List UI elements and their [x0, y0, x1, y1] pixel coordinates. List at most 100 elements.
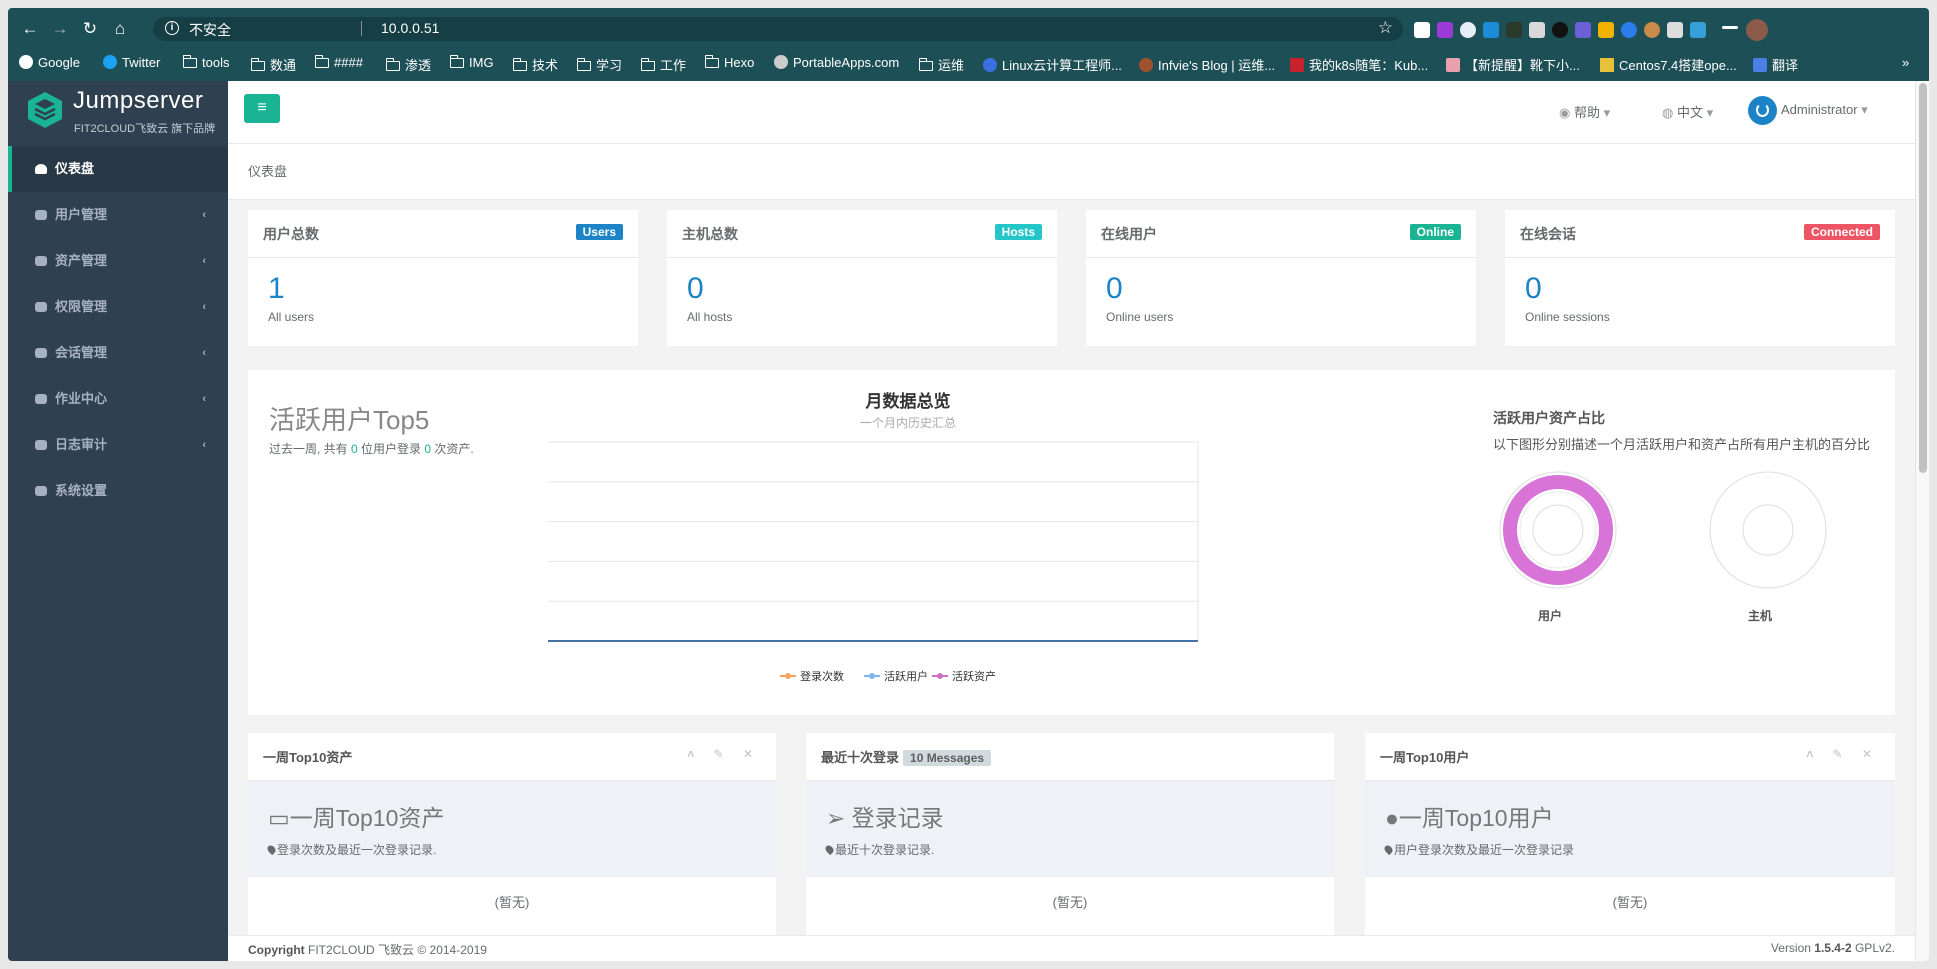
user-icon: ● [1385, 805, 1399, 831]
summary-text: 位用户登录 [357, 442, 425, 456]
bookmark-folder[interactable]: 渗透 [386, 55, 431, 74]
bookmark-label: PortableApps.com [793, 55, 900, 70]
nav-jobs[interactable]: 作业中心 ‹ [8, 376, 228, 422]
help-menu[interactable]: ◉ 帮助 ▾ [1559, 102, 1610, 121]
copyright-text: FIT2CLOUD 飞致云 © 2014-2019 [304, 943, 487, 957]
cookie-icon[interactable] [1644, 22, 1660, 38]
overview-panel: 活跃用户Top5 过去一周, 共有 0 位用户登录 0 次资产. 月数据总览 一… [248, 370, 1895, 715]
more-bookmarks-icon[interactable]: » [1902, 55, 1909, 70]
extension-icon[interactable] [1529, 22, 1545, 38]
status-badge: Online [1409, 224, 1461, 240]
profile-avatar[interactable] [1746, 19, 1768, 41]
extension-icon[interactable] [1575, 22, 1591, 38]
status-badge: Hosts [994, 224, 1042, 240]
version-number: 1.5.4-2 [1814, 941, 1852, 955]
user-name: Administrator [1781, 101, 1858, 117]
extension-icon[interactable] [1483, 22, 1499, 38]
bookmark-translate[interactable]: 翻译 [1753, 55, 1798, 74]
panel-banner: ●一周Top10用户 用户登录次数及最近一次登录记录 [1365, 781, 1895, 877]
messages-badge: 10 Messages [903, 750, 992, 766]
url-text[interactable]: 10.0.0.51 [381, 20, 439, 36]
extension-icon[interactable] [1414, 22, 1430, 38]
extension-icon[interactable] [1437, 22, 1453, 38]
page-scrollbar[interactable] [1915, 81, 1929, 961]
bookmark-folder[interactable]: 工作 [641, 55, 686, 74]
summary-text: 次资产. [431, 442, 474, 456]
bookmark-folder[interactable]: 数通 [251, 55, 296, 74]
address-bar[interactable]: i 不安全 10.0.0.51 ☆ [153, 17, 1403, 41]
reading-list-icon[interactable] [1722, 26, 1738, 29]
nav-label: 用户管理 [55, 207, 108, 222]
nav-dashboard[interactable]: 仪表盘 [8, 146, 228, 192]
panel-tools[interactable]: ˄ ✎ ✕ [687, 747, 761, 761]
stat-label: All hosts [687, 310, 733, 324]
security-label: 不安全 [189, 22, 231, 38]
bookmark-folder[interactable]: IMG [450, 55, 494, 70]
bookmark-centos[interactable]: Centos7.4搭建ope... [1600, 55, 1737, 74]
history-icon [35, 440, 47, 450]
bookmark-infvie[interactable]: Infvie's Blog | 运维... [1139, 55, 1275, 74]
extension-icon[interactable] [1598, 22, 1614, 38]
nav-users[interactable]: 用户管理 ‹ [8, 192, 228, 238]
panel-header: 最近十次登录 10 Messages [806, 733, 1334, 781]
nav-assets[interactable]: 资产管理 ‹ [8, 238, 228, 284]
extension-icon[interactable] [1506, 22, 1522, 38]
stat-label: All users [268, 310, 315, 324]
bookmark-linux[interactable]: Linux云计算工程师... [983, 55, 1122, 74]
folder-icon [386, 58, 400, 71]
folder-icon [183, 55, 197, 68]
bookmark-label: 我的k8s随笔：Kub... [1309, 58, 1429, 73]
bookmark-folder[interactable]: #### [315, 55, 363, 70]
reload-icon[interactable]: ↻ [79, 18, 101, 40]
nav-label: 资产管理 [55, 253, 108, 268]
bookmark-label: Twitter [122, 55, 161, 70]
bookmark-google[interactable]: Google [19, 55, 80, 70]
language-menu[interactable]: ◍ 中文 ▾ [1662, 102, 1713, 121]
bookmark-folder[interactable]: 学习 [577, 55, 622, 74]
bookmark-folder[interactable]: Hexo [705, 55, 754, 70]
cloud-icon[interactable] [1460, 22, 1476, 38]
language-label: 中文 [1676, 105, 1703, 120]
nav-audit[interactable]: 日志审计 ‹ [8, 422, 228, 468]
nav-permissions[interactable]: 权限管理 ‹ [8, 284, 228, 330]
bookmark-portableapps[interactable]: PortableApps.com [774, 55, 899, 70]
user-menu[interactable]: Administrator ▾ [1748, 96, 1868, 125]
bookmark-star-icon[interactable]: ☆ [1378, 18, 1393, 38]
bookmark-folder[interactable]: tools [183, 55, 229, 70]
nav-settings[interactable]: 系统设置 [8, 468, 228, 514]
nav-label: 作业中心 [55, 391, 108, 406]
jumpserver-logo-icon [28, 92, 62, 128]
chevron-left-icon: ‹ [202, 439, 206, 451]
info-icon[interactable]: i [165, 21, 179, 35]
folder-icon [513, 58, 527, 71]
logo[interactable]: Jumpserver FIT2CLOUD飞致云 旗下品牌 [8, 81, 228, 146]
extension-icon[interactable] [1552, 22, 1568, 38]
forward-icon[interactable]: → [49, 18, 71, 40]
translate-icon [1753, 58, 1767, 72]
extension-icon[interactable] [1621, 22, 1637, 38]
home-icon[interactable]: ⌂ [109, 18, 131, 40]
bookmark-reminder[interactable]: 【新提醒】靴下小... [1446, 55, 1580, 74]
panel-banner: ➢ 登录记录 最近十次登录记录. [806, 781, 1334, 877]
bookmark-folder[interactable]: 运维 [919, 55, 964, 74]
menu-toggle-button[interactable]: ≡ [244, 94, 280, 123]
nav-sessions[interactable]: 会话管理 ‹ [8, 330, 228, 376]
version-info: Version 1.5.4-2 GPLv2. [1771, 941, 1895, 955]
bookmark-k8s[interactable]: 我的k8s随笔：Kub... [1290, 55, 1428, 74]
map-marker-icon [265, 843, 278, 856]
card-title: 在线会话 [1520, 226, 1576, 242]
portableapps-icon [774, 55, 788, 69]
stat-value: 0 [687, 272, 704, 305]
bookmark-folder[interactable]: 技术 [513, 55, 558, 74]
globe-icon: ◍ [1662, 105, 1674, 120]
empty-state: (暂无) [1052, 895, 1088, 910]
users-icon [35, 210, 47, 220]
back-icon[interactable]: ← [19, 18, 41, 40]
extension-icon[interactable] [1690, 22, 1706, 38]
bookmark-label: 【新提醒】靴下小... [1465, 58, 1580, 73]
scrollbar-thumb[interactable] [1919, 83, 1927, 473]
bookmark-twitter[interactable]: Twitter [103, 55, 160, 70]
extension-icon[interactable] [1667, 22, 1683, 38]
panel-description: 用户登录次数及最近一次登录记录 [1382, 841, 1875, 858]
panel-tools[interactable]: ˄ ✎ ✕ [1806, 747, 1880, 761]
